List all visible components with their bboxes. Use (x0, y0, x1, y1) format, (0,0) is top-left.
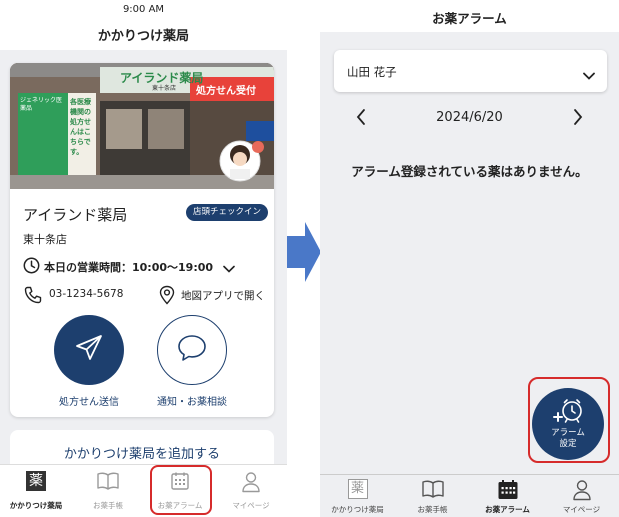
tab-medicine-notebook[interactable]: お薬手帳 (395, 475, 470, 517)
tab-medicine-notebook-label: お薬手帳 (93, 501, 123, 510)
tab-my-page-label: マイページ (232, 501, 270, 510)
chevron-down-icon (583, 65, 595, 84)
book-icon (96, 471, 120, 495)
medicine-kanji-icon: 薬 (347, 479, 368, 499)
phone-number-link[interactable]: 03-1234-5678 (49, 288, 123, 300)
tab-medicine-notebook[interactable]: お薬手帳 (72, 465, 144, 517)
paper-plane-icon (74, 333, 104, 367)
contact-row: 03-1234-5678 地図アプリで開く (23, 285, 268, 305)
business-hours: 本日の営業時間：10:00〜19:00 (44, 261, 214, 274)
sign-reception: 処方せん受付 (196, 86, 256, 97)
tab-my-page-label: マイページ (562, 505, 601, 514)
tab-medicine-notebook-label: お薬手帳 (417, 505, 448, 514)
selected-person: 山田 花子 (347, 65, 397, 79)
tab-my-page[interactable]: マイページ (215, 465, 287, 517)
sign-branch-name: 東十条店 (152, 85, 177, 92)
status-time: 9:00 AM (122, 4, 165, 15)
medicine-kanji-icon: 薬 (26, 471, 46, 491)
pharmacy-screen: 9:00 AM かかりつけ薬局 アイランド薬局 東十条店 処方せん受付 ジェネリ… (0, 0, 287, 517)
highlight-alarm-tab (150, 465, 212, 515)
pharmacy-content: アイランド薬局 東十条店 処方せん受付 ジェネリック医薬品 各医療機関の処方せん… (0, 50, 287, 464)
add-pharmacy-label: かかりつけ薬局を追加する (63, 447, 221, 462)
tab-pharmacy-label: かかりつけ薬局 (331, 505, 384, 514)
open-map-link[interactable]: 地図アプリで開く (181, 288, 265, 303)
next-date-button[interactable] (572, 108, 584, 130)
tab-bar: 薬 かかりつけ薬局 お薬手帳 お薬アラーム マイページ (320, 474, 619, 517)
highlight-alarm-button (528, 377, 610, 463)
business-hours-toggle[interactable]: 本日の営業時間：10:00〜19:00 (23, 257, 235, 278)
person-select[interactable]: 山田 花子 (334, 50, 607, 92)
clock-icon (23, 257, 40, 278)
sign-generic: ジェネリック医薬品 (20, 97, 63, 112)
checkin-button[interactable]: 店頭チェックイン (186, 204, 268, 221)
transition-arrow-icon (287, 222, 321, 282)
tab-medicine-alarm[interactable]: お薬アラーム (470, 475, 545, 517)
alarm-screen: お薬アラーム 山田 花子 2024/6/20 アラーム登録されている薬はありませ… (320, 0, 619, 517)
empty-alarm-message: アラーム登録されている薬はありません。 (351, 164, 588, 179)
tab-medicine-alarm-label: お薬アラーム (485, 505, 530, 514)
tab-pharmacy[interactable]: 薬 かかりつけ薬局 (320, 475, 395, 517)
send-prescription-button[interactable] (54, 315, 124, 385)
consult-label: 通知・お薬相談 (157, 397, 227, 408)
tab-pharmacy[interactable]: 薬 かかりつけ薬局 (0, 465, 72, 517)
tab-bar: 薬 かかりつけ薬局 お薬手帳 お薬アラーム マイページ (0, 464, 287, 517)
speech-bubble-icon (176, 333, 208, 367)
phone-icon (23, 285, 43, 309)
pharmacy-name: アイランド薬局 (23, 206, 128, 224)
alarm-page-title: お薬アラーム (432, 11, 507, 26)
person-icon (241, 471, 261, 497)
pharmacy-card: アイランド薬局 東十条店 処方せん受付 ジェネリック医薬品 各医療機関の処方せん… (10, 63, 274, 417)
branch-name: 東十条店 (23, 233, 67, 246)
storefront-photo: アイランド薬局 東十条店 処方せん受付 ジェネリック医薬品 各医療機関の処方せん… (10, 63, 274, 189)
tab-pharmacy-label: かかりつけ薬局 (9, 501, 63, 510)
calendar-icon (497, 479, 519, 505)
tutorial-composite: 9:00 AM かかりつけ薬局 アイランド薬局 東十条店 処方せん受付 ジェネリ… (0, 0, 619, 517)
map-pin-icon (158, 285, 176, 309)
book-icon (421, 479, 445, 503)
consult-button[interactable] (157, 315, 227, 385)
add-pharmacy-button[interactable]: かかりつけ薬局を追加する (10, 430, 274, 464)
chevron-down-icon (223, 258, 235, 277)
sign-prescription: 各医療機関の処方せんはこちらです。 (70, 98, 91, 156)
page-title: かかりつけ薬局 (97, 29, 190, 44)
person-icon (572, 479, 592, 505)
send-prescription-label: 処方せん送信 (59, 397, 119, 408)
tab-my-page[interactable]: マイページ (544, 475, 619, 517)
